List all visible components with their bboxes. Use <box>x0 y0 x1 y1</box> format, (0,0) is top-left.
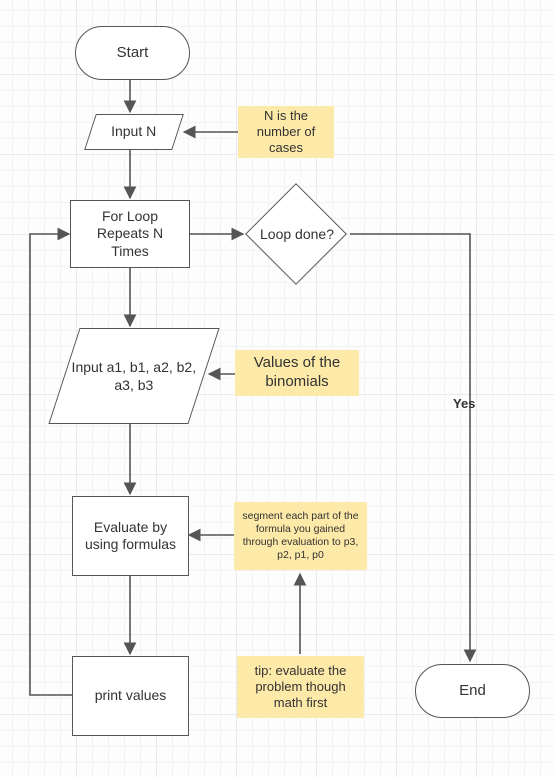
loop-done-decision: Loop done? <box>246 186 348 282</box>
input-coeffs-label: Input a1, b1, a2, b2, a3, b3 <box>69 359 199 394</box>
note-n-desc-text: N is the number of cases <box>244 108 328 157</box>
note-tip: tip: evaluate the problem though math fi… <box>237 656 364 718</box>
note-segment: segment each part of the formula you gai… <box>234 502 367 570</box>
print-values-label: print values <box>95 687 167 705</box>
yes-text: Yes <box>453 396 475 411</box>
evaluate-label: Evaluate by using formulas <box>79 519 182 554</box>
loop-done-label: Loop done? <box>260 226 334 242</box>
input-n-label: Input N <box>111 123 156 141</box>
note-segment-text: segment each part of the formula you gai… <box>240 510 361 563</box>
for-loop-process: For Loop Repeats N Times <box>70 200 190 268</box>
print-values-process: print values <box>72 656 189 736</box>
note-n-desc: N is the number of cases <box>238 106 334 158</box>
note-binomials-text: Values of the binomials <box>241 354 353 392</box>
note-binomials: Values of the binomials <box>235 350 359 396</box>
note-tip-text: tip: evaluate the problem though math fi… <box>243 663 358 712</box>
evaluate-process: Evaluate by using formulas <box>72 496 189 576</box>
start-terminator: Start <box>75 26 190 80</box>
input-n-io: Input N <box>84 114 184 150</box>
end-label: End <box>459 682 486 701</box>
end-terminator: End <box>415 664 530 718</box>
for-loop-label: For Loop Repeats N Times <box>77 208 183 261</box>
yes-edge-label: Yes <box>453 396 475 411</box>
input-coeffs-io: Input a1, b1, a2, b2, a3, b3 <box>48 328 219 424</box>
start-label: Start <box>117 44 149 63</box>
